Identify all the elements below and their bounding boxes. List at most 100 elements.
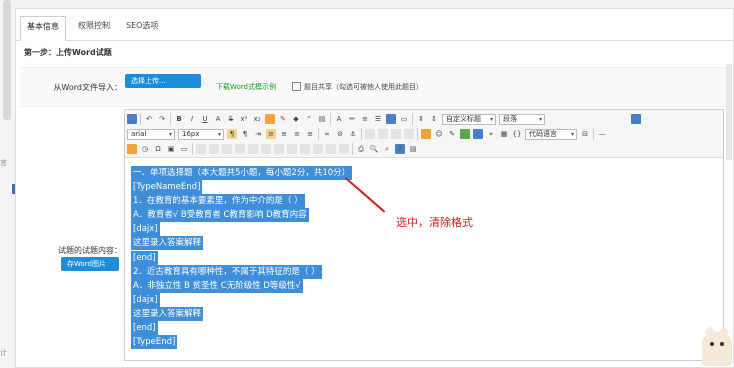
share-checkbox[interactable] bbox=[292, 82, 301, 91]
editor-content[interactable]: 一、单项选择题（本大题共5小题，每小题2分，共10分） [TypeNameEnd… bbox=[131, 166, 353, 350]
custom-title-select[interactable]: 自定义标题 bbox=[442, 113, 496, 125]
image-float-right-icon[interactable] bbox=[391, 129, 401, 139]
delete-table-icon[interactable] bbox=[209, 144, 219, 154]
drafts-icon[interactable]: ▤ bbox=[408, 144, 418, 154]
insert-video-icon[interactable] bbox=[460, 129, 470, 139]
download-sample-link[interactable]: 下载Word式模示例 bbox=[216, 82, 276, 92]
directionality-ltr-icon[interactable]: ¶ bbox=[227, 129, 237, 139]
merge-right-icon[interactable] bbox=[287, 144, 297, 154]
undo-icon[interactable]: ↶ bbox=[144, 114, 154, 124]
font-size-select[interactable]: 16px bbox=[178, 128, 224, 140]
left-rail-mark-bottom: 计 bbox=[0, 349, 7, 357]
date-icon[interactable] bbox=[127, 144, 137, 154]
code-icon[interactable]: {} bbox=[512, 129, 522, 139]
delete-row-icon[interactable] bbox=[235, 144, 245, 154]
split-cells-icon[interactable] bbox=[313, 144, 323, 154]
format-painter-icon[interactable]: ✎ bbox=[278, 114, 288, 124]
merge-down-icon[interactable] bbox=[300, 144, 310, 154]
content-line: [dajx] bbox=[131, 292, 160, 307]
unlink-icon[interactable]: ⊘ bbox=[335, 129, 345, 139]
split-cols-icon[interactable] bbox=[339, 144, 349, 154]
redo-icon[interactable]: ↷ bbox=[157, 114, 167, 124]
justify-full-icon[interactable]: ≡ bbox=[305, 129, 315, 139]
right-scrollbar[interactable] bbox=[726, 64, 732, 160]
tab-basic-info[interactable]: 基本信息 bbox=[20, 16, 66, 41]
content-line: 这里录入答案解释 bbox=[131, 306, 204, 321]
clear-doc-icon[interactable]: ▭ bbox=[399, 114, 409, 124]
bold-icon[interactable]: B bbox=[174, 114, 184, 124]
share-label: 题目共享（勾选可被他人使用此题目） bbox=[304, 83, 423, 91]
clear-format-icon[interactable] bbox=[265, 114, 275, 124]
insert-table-icon[interactable] bbox=[196, 144, 206, 154]
insert-frame-icon[interactable]: ▦ bbox=[499, 129, 509, 139]
back-color-icon[interactable]: ✏ bbox=[347, 114, 357, 124]
split-rows-icon[interactable] bbox=[326, 144, 336, 154]
delete-col-icon[interactable] bbox=[261, 144, 271, 154]
word-image-button[interactable]: 存Word图片 bbox=[61, 257, 119, 271]
toolbar-separator bbox=[318, 128, 319, 140]
page-break-icon[interactable]: ⊟ bbox=[580, 129, 590, 139]
directionality-rtl-icon[interactable]: ¶ bbox=[240, 129, 250, 139]
insert-row-icon[interactable] bbox=[222, 144, 232, 154]
left-scrollbar[interactable] bbox=[3, 0, 11, 120]
print-icon[interactable]: ⎙ bbox=[356, 144, 366, 154]
blockquote-icon[interactable]: “ bbox=[304, 114, 314, 124]
toolbar-separator bbox=[361, 128, 362, 140]
justify-left-icon[interactable]: ≡ bbox=[266, 129, 276, 139]
justify-center-icon[interactable]: ≡ bbox=[279, 129, 289, 139]
special-char-icon[interactable]: Ω bbox=[153, 144, 163, 154]
justify-right-icon[interactable]: ≡ bbox=[292, 129, 302, 139]
line-height-icon[interactable]: ↕ bbox=[429, 114, 439, 124]
subscript-icon[interactable]: x₂ bbox=[252, 114, 262, 124]
preview-icon[interactable]: 🔍 bbox=[369, 144, 379, 154]
row-spacing-icon[interactable]: ⇕ bbox=[416, 114, 426, 124]
italic-icon[interactable]: I bbox=[187, 114, 197, 124]
tab-permission[interactable]: 权限控制 bbox=[72, 16, 116, 41]
select-all-icon[interactable] bbox=[386, 114, 396, 124]
unordered-list-icon[interactable]: ☰ bbox=[373, 114, 383, 124]
map-icon[interactable]: ⌖ bbox=[486, 129, 496, 139]
font-color-icon[interactable]: A bbox=[334, 114, 344, 124]
content-line: [end] bbox=[131, 321, 158, 336]
anchor-icon[interactable]: ⚓ bbox=[348, 129, 358, 139]
insert-image-icon[interactable] bbox=[421, 129, 431, 139]
toolbar-separator bbox=[330, 113, 331, 125]
image-float-left-icon[interactable] bbox=[378, 129, 388, 139]
step-title: 第一步：上传Word试题 bbox=[24, 48, 112, 57]
link-icon[interactable]: ∞ bbox=[322, 129, 332, 139]
help-icon[interactable]: ? bbox=[395, 144, 405, 154]
time-icon[interactable]: ◷ bbox=[140, 144, 150, 154]
tab-seo[interactable]: SEO选项 bbox=[120, 16, 164, 41]
editor-label: 试题的试题内容： bbox=[58, 246, 122, 255]
indent-icon[interactable]: ⇥ bbox=[253, 129, 263, 139]
fullscreen-icon[interactable] bbox=[631, 114, 641, 124]
content-line: 2．近古教育具有哪种性，不属于其特征的是（ ） bbox=[131, 264, 322, 279]
paste-text-icon[interactable]: ▤ bbox=[317, 114, 327, 124]
search-replace-icon[interactable]: ⌕ bbox=[382, 144, 392, 154]
paragraph-select[interactable]: 段落 bbox=[499, 113, 545, 125]
image-float-none-icon[interactable] bbox=[365, 129, 375, 139]
emotion-icon[interactable]: ☺ bbox=[434, 129, 444, 139]
auto-type-icon[interactable]: ◆ bbox=[291, 114, 301, 124]
snapscreen-icon[interactable]: ▭ bbox=[179, 144, 189, 154]
rich-text-editor[interactable]: ↶ ↷ B I U A S x² x₂ ✎ ◆ “ ▤ A ✏ ≡ ☰ ▭ ⇕ … bbox=[124, 109, 724, 361]
font-border-icon[interactable]: A bbox=[213, 114, 223, 124]
code-language-select[interactable]: 代码语言 bbox=[525, 128, 577, 140]
source-icon[interactable] bbox=[127, 114, 137, 124]
scrawl-icon[interactable]: ✎ bbox=[447, 129, 457, 139]
strikethrough-icon[interactable]: S bbox=[226, 114, 236, 124]
horizontal-rule-icon[interactable]: — bbox=[597, 129, 607, 139]
font-family-select[interactable]: arial bbox=[127, 128, 175, 140]
choose-upload-button[interactable]: 选择上传... bbox=[125, 74, 201, 88]
toolbar-separator bbox=[412, 113, 413, 125]
insert-col-icon[interactable] bbox=[248, 144, 258, 154]
content-line: 一、单项选择题（本大题共5小题，每小题2分，共10分） bbox=[131, 166, 353, 180]
toolbar-separator bbox=[352, 143, 353, 155]
underline-icon[interactable]: U bbox=[200, 114, 210, 124]
superscript-icon[interactable]: x² bbox=[239, 114, 249, 124]
ordered-list-icon[interactable]: ≡ bbox=[360, 114, 370, 124]
image-center-icon[interactable] bbox=[404, 129, 414, 139]
attachment-icon[interactable] bbox=[473, 129, 483, 139]
wordimage-icon[interactable]: ▣ bbox=[166, 144, 176, 154]
merge-cells-icon[interactable] bbox=[274, 144, 284, 154]
